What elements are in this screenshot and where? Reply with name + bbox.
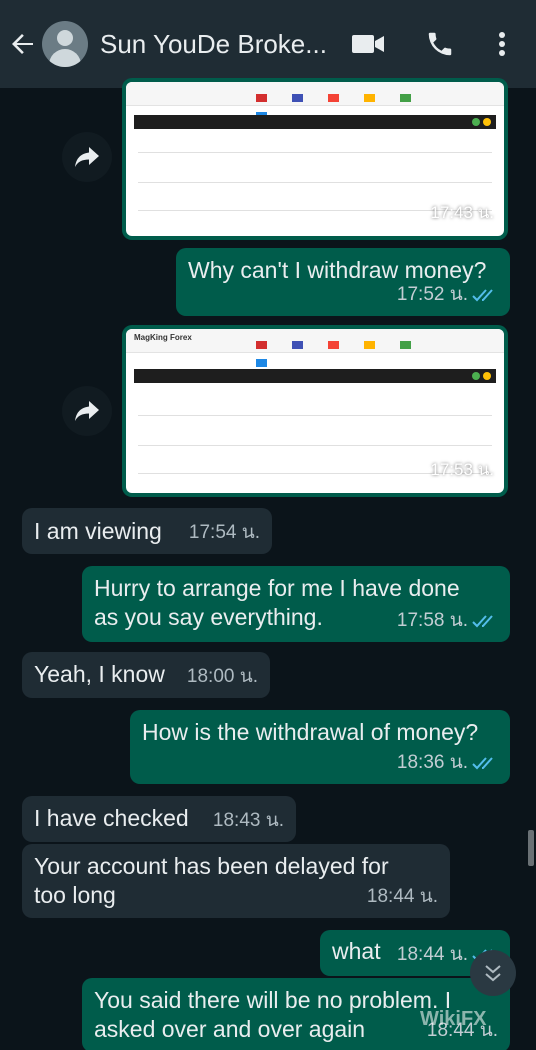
chat-area[interactable]: 17:43 น. Why can't I withdraw money? 17:… xyxy=(0,78,536,1050)
image-timestamp: 17:53 น. xyxy=(430,460,494,479)
image-message[interactable]: 17:43 น. xyxy=(122,78,508,240)
phone-icon[interactable] xyxy=(424,28,456,60)
chevron-down-icon xyxy=(485,965,501,982)
message-incoming[interactable]: I am viewing 17:54 น. xyxy=(22,508,272,554)
image-message[interactable]: MagKing Forex 17:53 น. xyxy=(122,325,508,497)
message-time: 17:52 น. xyxy=(396,284,468,305)
read-ticks-icon xyxy=(472,757,493,770)
read-ticks-icon xyxy=(472,615,493,628)
read-ticks-icon xyxy=(472,289,493,302)
screenshot-image: 17:43 น. xyxy=(126,82,504,236)
message-text-line1: Your account has been delayed for xyxy=(34,853,389,879)
message-incoming[interactable]: Your account has been delayed for too lo… xyxy=(22,844,450,918)
video-call-icon[interactable] xyxy=(350,28,386,60)
message-text: I have checked xyxy=(34,805,189,831)
message-text-line2: as you say everything. xyxy=(94,604,323,630)
message-text: I am viewing xyxy=(34,518,162,544)
scrollbar[interactable] xyxy=(528,830,534,866)
more-vert-icon[interactable] xyxy=(490,28,514,60)
message-text-line1: You said there will be no problem. I xyxy=(94,987,452,1013)
message-time: 18:44 น. xyxy=(366,886,438,907)
message-outgoing[interactable]: How is the withdrawal of money? 18:36 น. xyxy=(130,710,510,784)
message-time: 17:54 น. xyxy=(188,522,260,543)
scroll-down-button[interactable] xyxy=(470,950,516,996)
image-timestamp: 17:43 น. xyxy=(430,203,494,222)
contact-name[interactable]: Sun YouDe Broke... xyxy=(100,29,332,60)
message-time: 18:43 น. xyxy=(212,810,284,831)
chat-header: Sun YouDe Broke... xyxy=(0,0,536,88)
message-text-line1: Hurry to arrange for me I have done xyxy=(94,575,460,601)
image-brand: MagKing Forex xyxy=(134,333,192,342)
message-text: How is the withdrawal of money? xyxy=(142,719,479,745)
message-text: Yeah, I know xyxy=(34,661,165,687)
message-time: 18:00 น. xyxy=(186,666,258,687)
message-incoming[interactable]: I have checked 18:43 น. xyxy=(22,796,296,842)
forward-icon[interactable] xyxy=(62,132,112,182)
message-time: 17:58 น. xyxy=(396,610,468,631)
message-time: 18:36 น. xyxy=(396,752,468,773)
avatar[interactable] xyxy=(42,21,88,67)
screenshot-image: MagKing Forex 17:53 น. xyxy=(126,329,504,493)
message-outgoing[interactable]: Why can't I withdraw money? 17:52 น. xyxy=(176,248,510,316)
message-text-line2: asked over and over again xyxy=(94,1016,366,1042)
message-text: what xyxy=(332,938,381,964)
watermark: WikiFX xyxy=(420,1008,487,1030)
forward-icon[interactable] xyxy=(62,386,112,436)
message-time: 18:44 น. xyxy=(396,944,468,965)
message-text-line2: too long xyxy=(34,882,116,908)
back-arrow-icon[interactable] xyxy=(6,27,40,61)
message-incoming[interactable]: Yeah, I know 18:00 น. xyxy=(22,652,270,698)
message-outgoing[interactable]: Hurry to arrange for me I have done as y… xyxy=(82,566,510,642)
